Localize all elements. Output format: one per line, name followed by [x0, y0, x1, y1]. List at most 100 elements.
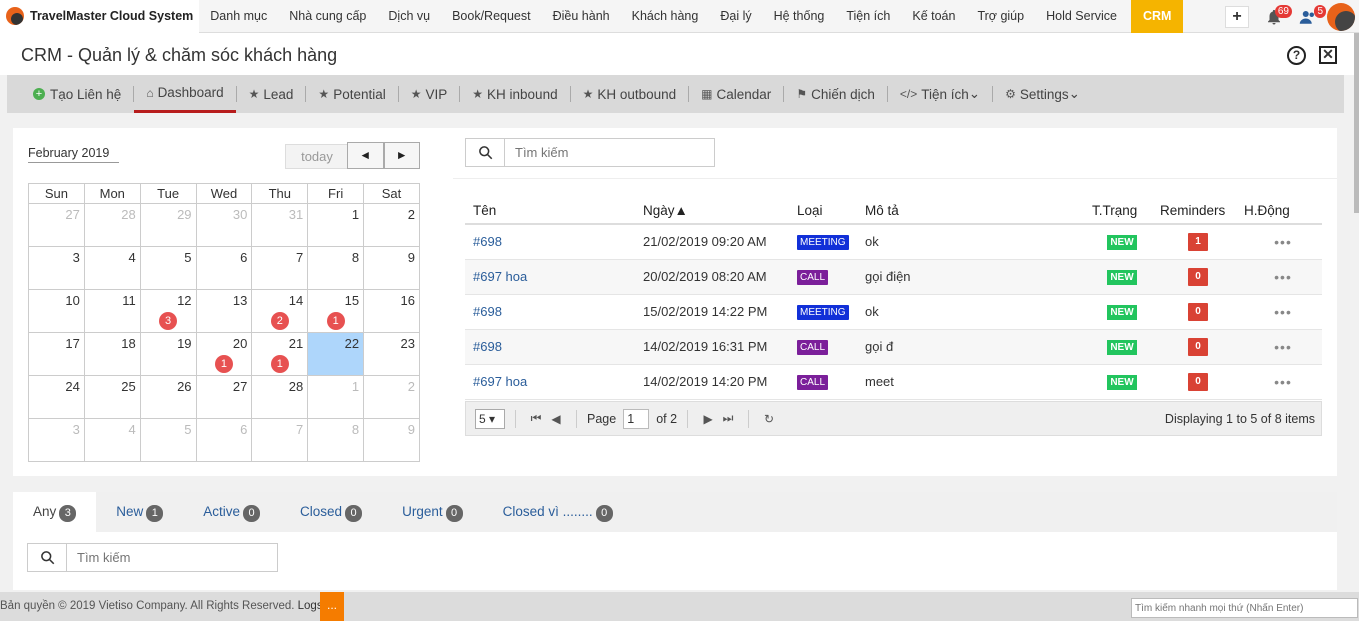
event-count-badge[interactable]: 1: [270, 355, 289, 373]
menu-item-5[interactable]: Khách hàng: [621, 0, 710, 33]
calendar-day[interactable]: 26: [139, 375, 197, 419]
tab-6[interactable]: ★ KH outbound: [571, 75, 689, 113]
notifications-bell[interactable]: 69: [1259, 2, 1292, 32]
calendar-day[interactable]: 25: [83, 375, 141, 419]
tab-5[interactable]: ★ KH inbound: [460, 75, 569, 113]
reminder-badge[interactable]: 0: [1188, 373, 1208, 391]
reminder-badge[interactable]: 0: [1188, 268, 1208, 286]
calendar-day[interactable]: 23: [363, 332, 420, 376]
more-actions-icon[interactable]: •••: [1274, 304, 1292, 320]
calendar-day[interactable]: 3: [28, 246, 85, 290]
tab-3[interactable]: ★ Potential: [306, 75, 397, 113]
calendar-today-button[interactable]: today: [285, 144, 349, 169]
next-page-icon[interactable]: ▶: [698, 412, 718, 426]
calendar-day[interactable]: 6: [195, 418, 253, 462]
menu-item-9[interactable]: Kế toán: [901, 0, 966, 33]
calendar-day[interactable]: 2: [363, 375, 420, 419]
event-count-badge[interactable]: 3: [159, 312, 178, 330]
calendar-day[interactable]: 5: [139, 418, 197, 462]
prev-page-icon[interactable]: ◀: [546, 412, 566, 426]
event-link[interactable]: #698: [473, 234, 502, 249]
calendar-day[interactable]: 1: [307, 203, 365, 247]
calendar-day[interactable]: 5: [139, 246, 197, 290]
menu-item-10[interactable]: Trợ giúp: [966, 0, 1035, 33]
column-header[interactable]: Loại: [789, 197, 857, 225]
filter-tab-2[interactable]: Active 0: [183, 492, 280, 532]
reminder-badge[interactable]: 0: [1188, 303, 1208, 321]
tab-2[interactable]: ★ Lead: [237, 75, 306, 113]
event-count-badge[interactable]: 1: [326, 312, 345, 330]
calendar-day[interactable]: 11: [83, 289, 141, 333]
first-page-icon[interactable]: ⏮: [526, 411, 546, 426]
column-header[interactable]: Mô tả: [857, 197, 1084, 225]
tab-1[interactable]: ⌂ Dashboard: [134, 75, 236, 113]
page-number-input[interactable]: 1: [623, 408, 650, 429]
more-actions-icon[interactable]: •••: [1274, 234, 1292, 250]
calendar-day[interactable]: 7: [251, 246, 309, 290]
calendar-day[interactable]: 3: [28, 418, 85, 462]
menu-item-4[interactable]: Điều hành: [542, 0, 621, 33]
calendar-day[interactable]: 15 1: [307, 289, 365, 333]
case-search-button[interactable]: [28, 544, 67, 571]
more-actions-icon[interactable]: •••: [1274, 269, 1292, 285]
menu-item-7[interactable]: Hệ thống: [763, 0, 836, 33]
menu-item-2[interactable]: Dịch vụ: [377, 0, 441, 33]
calendar-day[interactable]: 9: [363, 418, 420, 462]
calendar-day[interactable]: 8: [307, 246, 365, 290]
search-input[interactable]: [505, 139, 714, 166]
calendar-day[interactable]: 13: [195, 289, 253, 333]
menu-item-11[interactable]: Hold Service: [1035, 0, 1128, 33]
scrollbar[interactable]: [1354, 33, 1359, 213]
reminder-badge[interactable]: 0: [1188, 338, 1208, 356]
filter-tab-0[interactable]: Any 3: [13, 492, 97, 532]
calendar-day[interactable]: 8: [307, 418, 365, 462]
event-link[interactable]: #697 hoa: [473, 374, 527, 389]
users-notifications[interactable]: 5: [1293, 2, 1326, 32]
calendar-day[interactable]: 27: [28, 203, 85, 247]
help-icon[interactable]: ?: [1287, 46, 1306, 65]
event-link[interactable]: #698: [473, 304, 502, 319]
calendar-day[interactable]: 29: [139, 203, 197, 247]
calendar-day[interactable]: 4: [83, 418, 141, 462]
add-button[interactable]: +: [1225, 5, 1249, 28]
case-search-input[interactable]: [67, 544, 277, 571]
menu-item-3[interactable]: Book/Request: [441, 0, 542, 33]
column-header[interactable]: T.Trạng: [1084, 197, 1152, 225]
tab-8[interactable]: ⚑ Chiến dịch: [784, 75, 887, 113]
calendar-day[interactable]: 14 2: [251, 289, 309, 333]
calendar-day[interactable]: 4: [83, 246, 141, 290]
calendar-day[interactable]: 28: [83, 203, 141, 247]
footer-more-button[interactable]: ...: [320, 592, 344, 621]
event-count-badge[interactable]: 2: [270, 312, 289, 330]
filter-tab-3[interactable]: Closed 0: [280, 492, 382, 532]
calendar-day[interactable]: 9: [363, 246, 420, 290]
tab-7[interactable]: ▦ Calendar: [689, 75, 783, 113]
calendar-prev-button[interactable]: ◄: [347, 142, 384, 169]
calendar-next-button[interactable]: ►: [383, 142, 420, 169]
calendar-day[interactable]: 24: [28, 375, 85, 419]
last-page-icon[interactable]: ⏭: [718, 411, 738, 426]
calendar-day[interactable]: 7: [251, 418, 309, 462]
calendar-day[interactable]: 20 1: [195, 332, 253, 376]
user-avatar[interactable]: [1327, 2, 1355, 31]
calendar-day[interactable]: 1: [307, 375, 365, 419]
column-header[interactable]: H.Động: [1236, 197, 1322, 225]
menu-item-1[interactable]: Nhà cung cấp: [278, 0, 377, 33]
calendar-day[interactable]: 28: [251, 375, 309, 419]
tab-9[interactable]: </> Tiện ích ⌄: [888, 75, 992, 113]
column-header[interactable]: Ngày▲: [635, 197, 789, 225]
menu-item-8[interactable]: Tiện ích: [835, 0, 901, 33]
calendar-day[interactable]: 22: [307, 332, 365, 376]
calendar-day[interactable]: 21 1: [251, 332, 309, 376]
reminder-badge[interactable]: 1: [1188, 233, 1208, 252]
calendar-day[interactable]: 2: [363, 203, 420, 247]
close-icon[interactable]: ✕: [1319, 46, 1337, 64]
event-count-badge[interactable]: 1: [214, 355, 233, 373]
calendar-day[interactable]: 16: [363, 289, 420, 333]
filter-tab-1[interactable]: New 1: [96, 492, 183, 532]
menu-item-0[interactable]: Danh mục: [199, 0, 278, 33]
calendar-day[interactable]: 10: [28, 289, 85, 333]
filter-tab-4[interactable]: Urgent 0: [382, 492, 483, 532]
more-actions-icon[interactable]: •••: [1274, 374, 1292, 390]
calendar-day[interactable]: 27: [195, 375, 253, 419]
